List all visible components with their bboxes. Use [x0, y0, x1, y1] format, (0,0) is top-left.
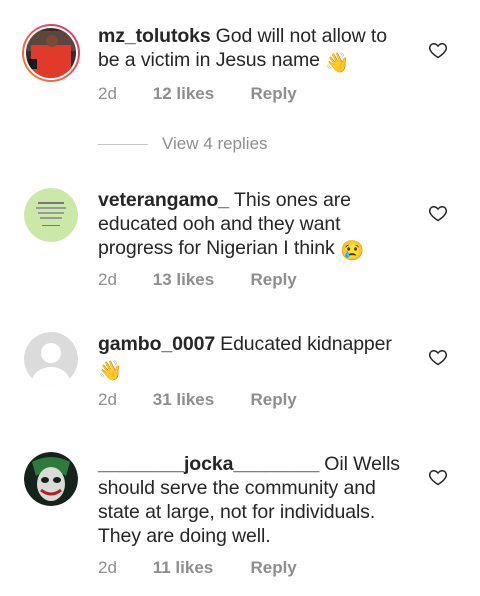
comment-likes[interactable]: 31 likes [153, 390, 246, 410]
comment-username[interactable]: gambo_0007 [98, 333, 215, 355]
heart-outline-icon[interactable] [428, 40, 448, 60]
avatar[interactable] [24, 452, 78, 506]
comment-emoji: 👋 [98, 360, 123, 382]
reply-button[interactable]: Reply [250, 390, 296, 410]
comment-meta: 2d 31 likes Reply [98, 390, 297, 410]
heart-outline-icon[interactable] [428, 467, 448, 487]
comment-meta: 2d 13 likes Reply [98, 270, 297, 290]
comment-time: 2d [98, 558, 117, 577]
comment-time: 2d [98, 84, 117, 103]
avatar[interactable] [24, 188, 78, 242]
comment-body: gambo_0007 Educated kidnapper 👋 [98, 332, 408, 383]
reply-button[interactable]: Reply [250, 558, 296, 578]
avatar[interactable] [21, 23, 81, 83]
comment-body: ________jocka________ Oil Wells should se… [98, 452, 408, 548]
comment-body: mz_tolutoks God will not allow to be a vi… [98, 24, 408, 75]
comment-time: 2d [98, 270, 117, 289]
comment-meta: 2d 11 likes Reply [98, 558, 297, 578]
comment-meta: 2d 12 likes Reply [98, 84, 297, 104]
reply-button[interactable]: Reply [250, 270, 296, 290]
comment-time: 2d [98, 390, 117, 409]
reply-button[interactable]: Reply [250, 84, 296, 104]
comment-likes[interactable]: 13 likes [153, 270, 246, 290]
comment-body: veterangamo_ This ones are educated ooh a… [98, 188, 408, 263]
comment-likes[interactable]: 11 likes [153, 558, 246, 578]
comment-username[interactable]: mz_tolutoks [98, 25, 211, 47]
comment-username[interactable]: veterangamo_ [98, 189, 229, 211]
comment-emoji: 👋 [325, 52, 350, 74]
heart-outline-icon[interactable] [428, 347, 448, 367]
comment-likes[interactable]: 12 likes [153, 84, 246, 104]
view-replies-button[interactable]: View 4 replies [98, 134, 268, 154]
replies-divider [98, 143, 148, 145]
comment-emoji: 😢 [339, 240, 365, 262]
heart-outline-icon[interactable] [428, 203, 448, 223]
comment-text: Educated kidnapper [220, 333, 392, 355]
comment-username[interactable]: ________jocka________ [98, 453, 319, 475]
avatar[interactable] [24, 332, 78, 386]
view-replies-label: View 4 replies [162, 134, 268, 153]
